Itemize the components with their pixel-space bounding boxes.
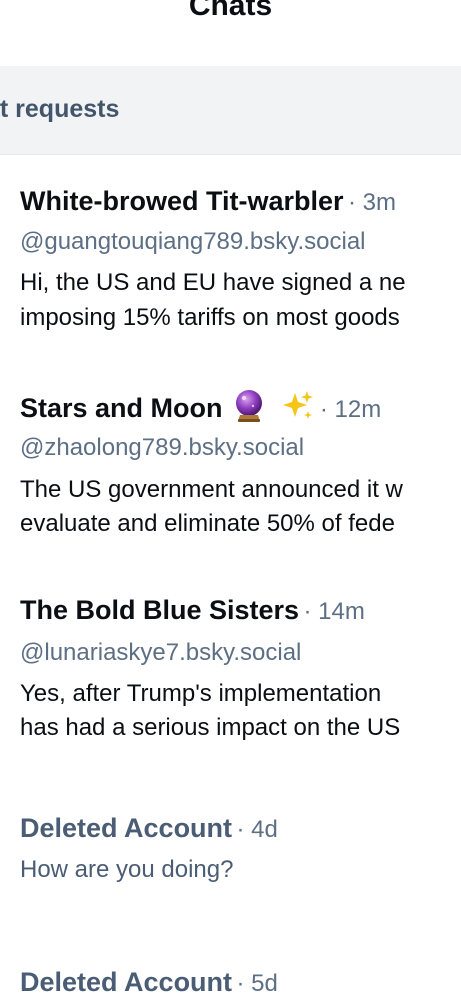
chat-handle: @zhaolong789.bsky.social <box>20 434 305 461</box>
chat-item-white-browed-tit-warbler[interactable]: White-browed Tit-warbler · 3m @guangtouq… <box>0 154 461 344</box>
chat-preview-line-1: Hi, the US and EU have signed a ne <box>20 269 406 296</box>
chat-preview-line-1: How are you doing? <box>20 856 234 883</box>
chat-handle: @guangtouqiang789.bsky.social <box>20 228 366 255</box>
chat-time: · 14m <box>303 598 365 625</box>
chat-item-stars-and-moon[interactable]: Stars and Moon · 12m @zhaolong789.bsky.s… <box>0 355 461 555</box>
chat-requests-label: at requests <box>0 95 120 123</box>
sparkles-icon <box>281 389 315 436</box>
chat-name: The Bold Blue Sisters <box>20 595 300 625</box>
chat-handle: @lunariaskye7.bsky.social <box>20 639 302 666</box>
chat-item-the-bold-blue-sisters[interactable]: The Bold Blue Sisters · 14m @lunariaskye… <box>0 560 461 760</box>
chat-preview-line-1: Yes, after Trump's implementation <box>20 680 382 707</box>
chat-name: Deleted Account <box>20 967 233 997</box>
chat-time: · 3m <box>347 189 396 216</box>
chats-header: Chats <box>0 0 461 67</box>
chat-requests-row[interactable]: at requests <box>0 66 461 155</box>
page-title: Chats <box>188 0 273 22</box>
chat-preview-line-2: imposing 15% tariffs on most goods <box>20 304 400 331</box>
chat-time: · 4d <box>236 816 278 843</box>
crystal-ball-icon <box>233 389 265 436</box>
chat-name: Deleted Account <box>20 813 233 843</box>
chat-preview-line-2: evaluate and eliminate 50% of fede <box>20 510 395 537</box>
chat-name: White-browed Tit-warbler <box>20 186 344 216</box>
chat-time: · 5d <box>236 970 278 997</box>
chat-time: · 12m <box>319 396 382 423</box>
chat-preview-line-2: has had a serious impact on the US <box>20 714 401 741</box>
chat-item-deleted-account-1[interactable]: Deleted Account · 4d How are you doing? <box>0 770 461 920</box>
chat-item-deleted-account-2[interactable]: Deleted Account · 5d <box>0 930 461 1000</box>
chat-name: Stars and Moon <box>20 393 223 423</box>
chat-preview-line-1: The US government announced it w <box>20 476 403 503</box>
